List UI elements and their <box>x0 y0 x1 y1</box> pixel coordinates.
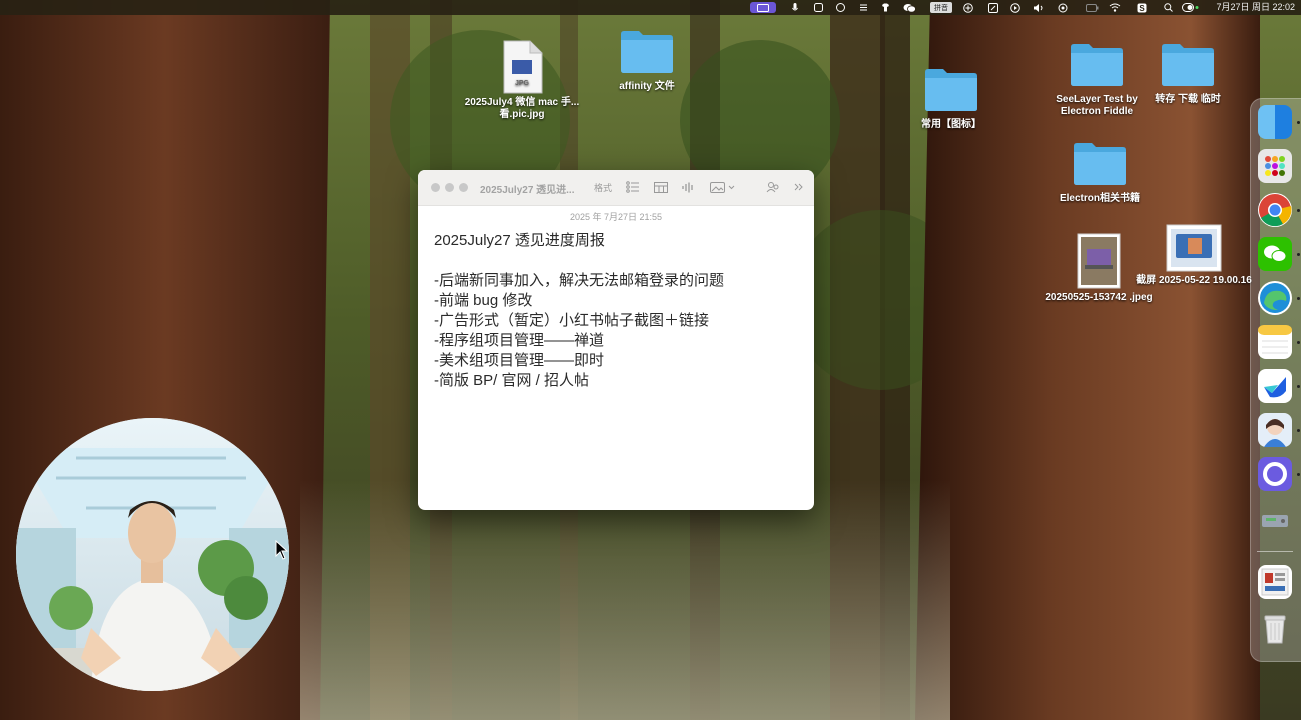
svg-text:S: S <box>1139 4 1145 13</box>
trash-icon[interactable] <box>1258 611 1292 645</box>
microphone-icon[interactable] <box>790 2 800 13</box>
webcam-video <box>16 418 289 691</box>
running-indicator <box>1297 341 1300 344</box>
wechat-icon[interactable] <box>1258 237 1292 271</box>
search-icon[interactable] <box>1163 2 1173 13</box>
minimize-button[interactable] <box>445 183 454 192</box>
finder-icon[interactable] <box>1258 105 1292 139</box>
desktop-item-label: affinity 文件 <box>619 81 675 92</box>
desktop-folder-electron-books[interactable]: Electron相关书籍 <box>1040 140 1160 205</box>
desktop-item-label: 转存 下载 临时 <box>1155 94 1221 105</box>
running-indicator <box>1297 209 1300 212</box>
note-line: -程序组项目管理——禅道 <box>434 332 604 349</box>
lines-icon[interactable] <box>858 2 868 13</box>
menu-bar: 拼音 S 7月27日 周日 22:02 <box>0 0 1301 15</box>
running-indicator <box>1297 473 1300 476</box>
notes-icon[interactable] <box>1258 325 1292 359</box>
collaborate-icon[interactable] <box>766 180 780 194</box>
notes-toolbar: 2025July27 透见进... 格式 <box>418 170 814 206</box>
more-chevron-icon[interactable] <box>794 180 804 194</box>
folder-icon <box>1162 44 1214 86</box>
battery-icon[interactable] <box>1085 2 1099 13</box>
note-heading: 2025July27 透见进度周报 <box>434 232 605 249</box>
disk-utility-icon[interactable] <box>1258 503 1292 537</box>
desktop-item-label: 2025July4 微信 mac 手...看.pic.jpg <box>464 97 580 120</box>
checklist-icon[interactable] <box>626 180 640 194</box>
note-line: -后端新同事加入，解决无法邮箱登录的问题 <box>434 272 724 289</box>
note-line: -简版 BP/ 官网 / 招人帖 <box>434 372 590 389</box>
desktop-item-label: 截屏 2025-05-22 19.00.16 <box>1136 275 1252 286</box>
running-indicator <box>1297 253 1300 256</box>
wifi-icon[interactable] <box>1108 2 1122 13</box>
notes-window[interactable]: 2025July27 透见进... 格式 2025 年 7月27日 21:55 … <box>418 170 814 510</box>
shirt-icon[interactable] <box>880 2 890 13</box>
image-thumbnail-icon <box>1166 224 1222 272</box>
note-line: -美术组项目管理——即时 <box>434 352 604 369</box>
svg-text:JPG: JPG <box>515 80 530 87</box>
edge-icon[interactable] <box>1258 281 1292 315</box>
feishu-icon[interactable] <box>1258 369 1292 403</box>
app-icon[interactable] <box>813 2 823 13</box>
keyboard-icon[interactable]: 拼音 <box>930 2 952 13</box>
volume-icon[interactable] <box>1032 2 1046 13</box>
note-body[interactable]: 2025July27 透见进度周报 -后端新同事加入，解决无法邮箱登录的问题 -… <box>418 223 814 399</box>
webcam-overlay[interactable] <box>16 418 289 691</box>
audio-icon[interactable] <box>682 180 694 194</box>
desktop-folder-temp[interactable]: 转存 下载 临时 <box>1128 41 1248 106</box>
mouse-cursor-icon <box>275 540 289 560</box>
close-button[interactable] <box>431 183 440 192</box>
desktop-folder-affinity[interactable]: affinity 文件 <box>587 28 707 93</box>
dock <box>1250 98 1301 662</box>
screen-share-icon[interactable] <box>750 2 776 13</box>
grid-icon[interactable] <box>962 2 974 13</box>
table-icon[interactable] <box>654 180 668 194</box>
app-icon[interactable] <box>835 2 845 13</box>
desktop-file-screenshot[interactable]: 截屏 2025-05-22 19.00.16 <box>1134 224 1254 287</box>
launchpad-icon[interactable] <box>1258 149 1292 183</box>
dock-separator <box>1257 551 1293 552</box>
avatar-app-icon[interactable] <box>1258 413 1292 447</box>
running-indicator <box>1297 121 1300 124</box>
edit-icon[interactable] <box>987 2 999 13</box>
desktop-item-label: 常用【图标】 <box>921 119 981 130</box>
airdrop-icon[interactable] <box>1057 2 1069 13</box>
folder-icon <box>621 31 673 73</box>
desktop-file-jpg[interactable]: JPG 2025July4 微信 mac 手...看.pic.jpg <box>462 40 582 121</box>
image-thumbnail-icon <box>1077 233 1121 289</box>
note-line: -广告形式（暂定）小红书帖子截图＋链接 <box>434 312 709 329</box>
folder-icon <box>925 69 977 111</box>
jpg-file-icon: JPG <box>503 40 543 94</box>
arc-icon[interactable] <box>1258 457 1292 491</box>
zoom-button[interactable] <box>459 183 468 192</box>
note-line: -前端 bug 修改 <box>434 292 533 309</box>
control-center-icon[interactable] <box>1181 2 1201 13</box>
format-button[interactable]: 格式 <box>594 180 612 194</box>
play-icon[interactable] <box>1009 2 1021 13</box>
folder-icon <box>1071 44 1123 86</box>
wechat-icon[interactable] <box>902 2 916 13</box>
desktop-item-label: 20250525-153742 .jpeg <box>1045 292 1153 303</box>
media-icon[interactable] <box>710 180 736 194</box>
desktop-item-label: Electron相关书籍 <box>1059 193 1140 204</box>
chrome-icon[interactable] <box>1258 193 1292 227</box>
running-indicator <box>1297 429 1300 432</box>
running-indicator <box>1297 297 1300 300</box>
window-title: 2025July27 透见进... <box>480 185 575 196</box>
note-date: 2025 年 7月27日 21:55 <box>569 212 663 222</box>
app-s-icon[interactable]: S <box>1136 2 1148 13</box>
folder-icon <box>1074 143 1126 185</box>
preview-icon[interactable] <box>1258 565 1292 599</box>
menu-bar-clock[interactable]: 7月27日 周日 22:02 <box>1216 2 1295 13</box>
running-indicator <box>1297 385 1300 388</box>
desktop-folder-common-icons[interactable]: 常用【图标】 <box>891 66 1011 131</box>
